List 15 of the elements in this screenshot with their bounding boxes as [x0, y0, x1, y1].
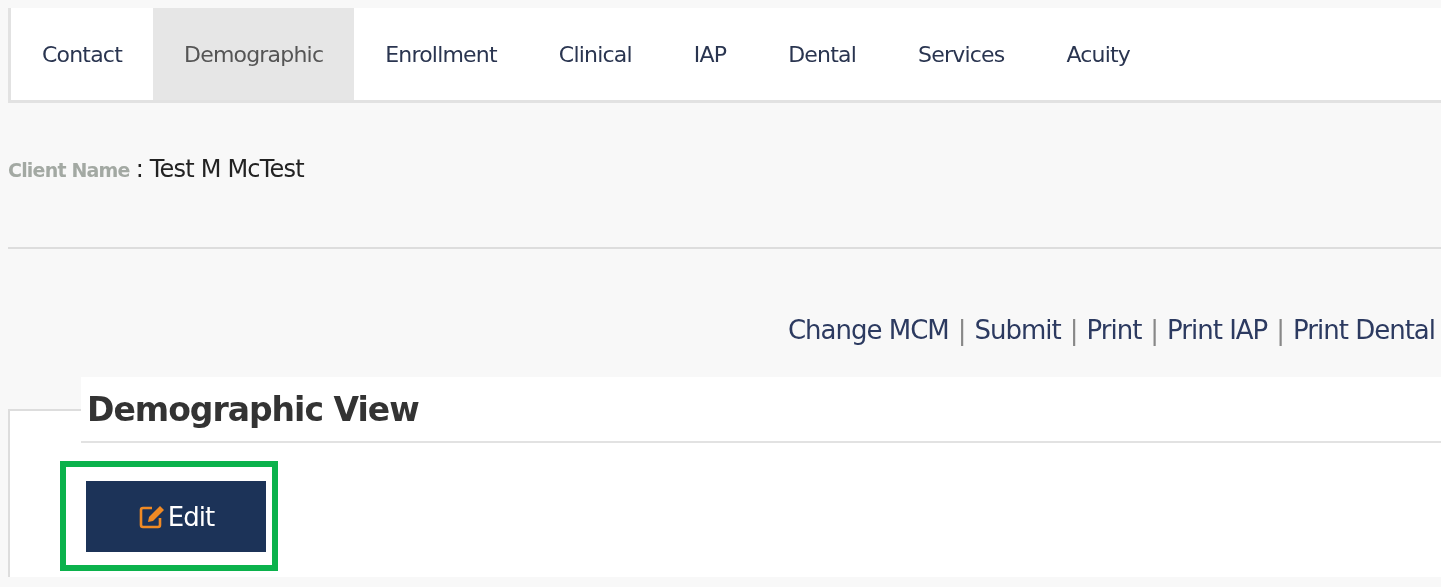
client-name-label: Client Name: [8, 159, 130, 181]
tab[interactable]: Demographic: [153, 8, 355, 100]
action-link[interactable]: Print IAP: [1167, 315, 1268, 351]
action-link[interactable]: Print Dental: [1293, 315, 1435, 351]
separator: |: [957, 315, 966, 348]
client-name-value: : Test M McTest: [135, 155, 304, 183]
action-link[interactable]: Print: [1086, 315, 1142, 351]
separator: |: [1150, 315, 1159, 348]
edit-icon: [137, 503, 166, 530]
separator: |: [1276, 315, 1285, 348]
panel-title: Demographic View: [87, 389, 419, 429]
edit-button[interactable]: Edit: [86, 481, 266, 552]
action-link[interactable]: Submit: [974, 315, 1061, 351]
action-link[interactable]: Change MCM: [787, 315, 949, 351]
separator: |: [1069, 315, 1078, 348]
